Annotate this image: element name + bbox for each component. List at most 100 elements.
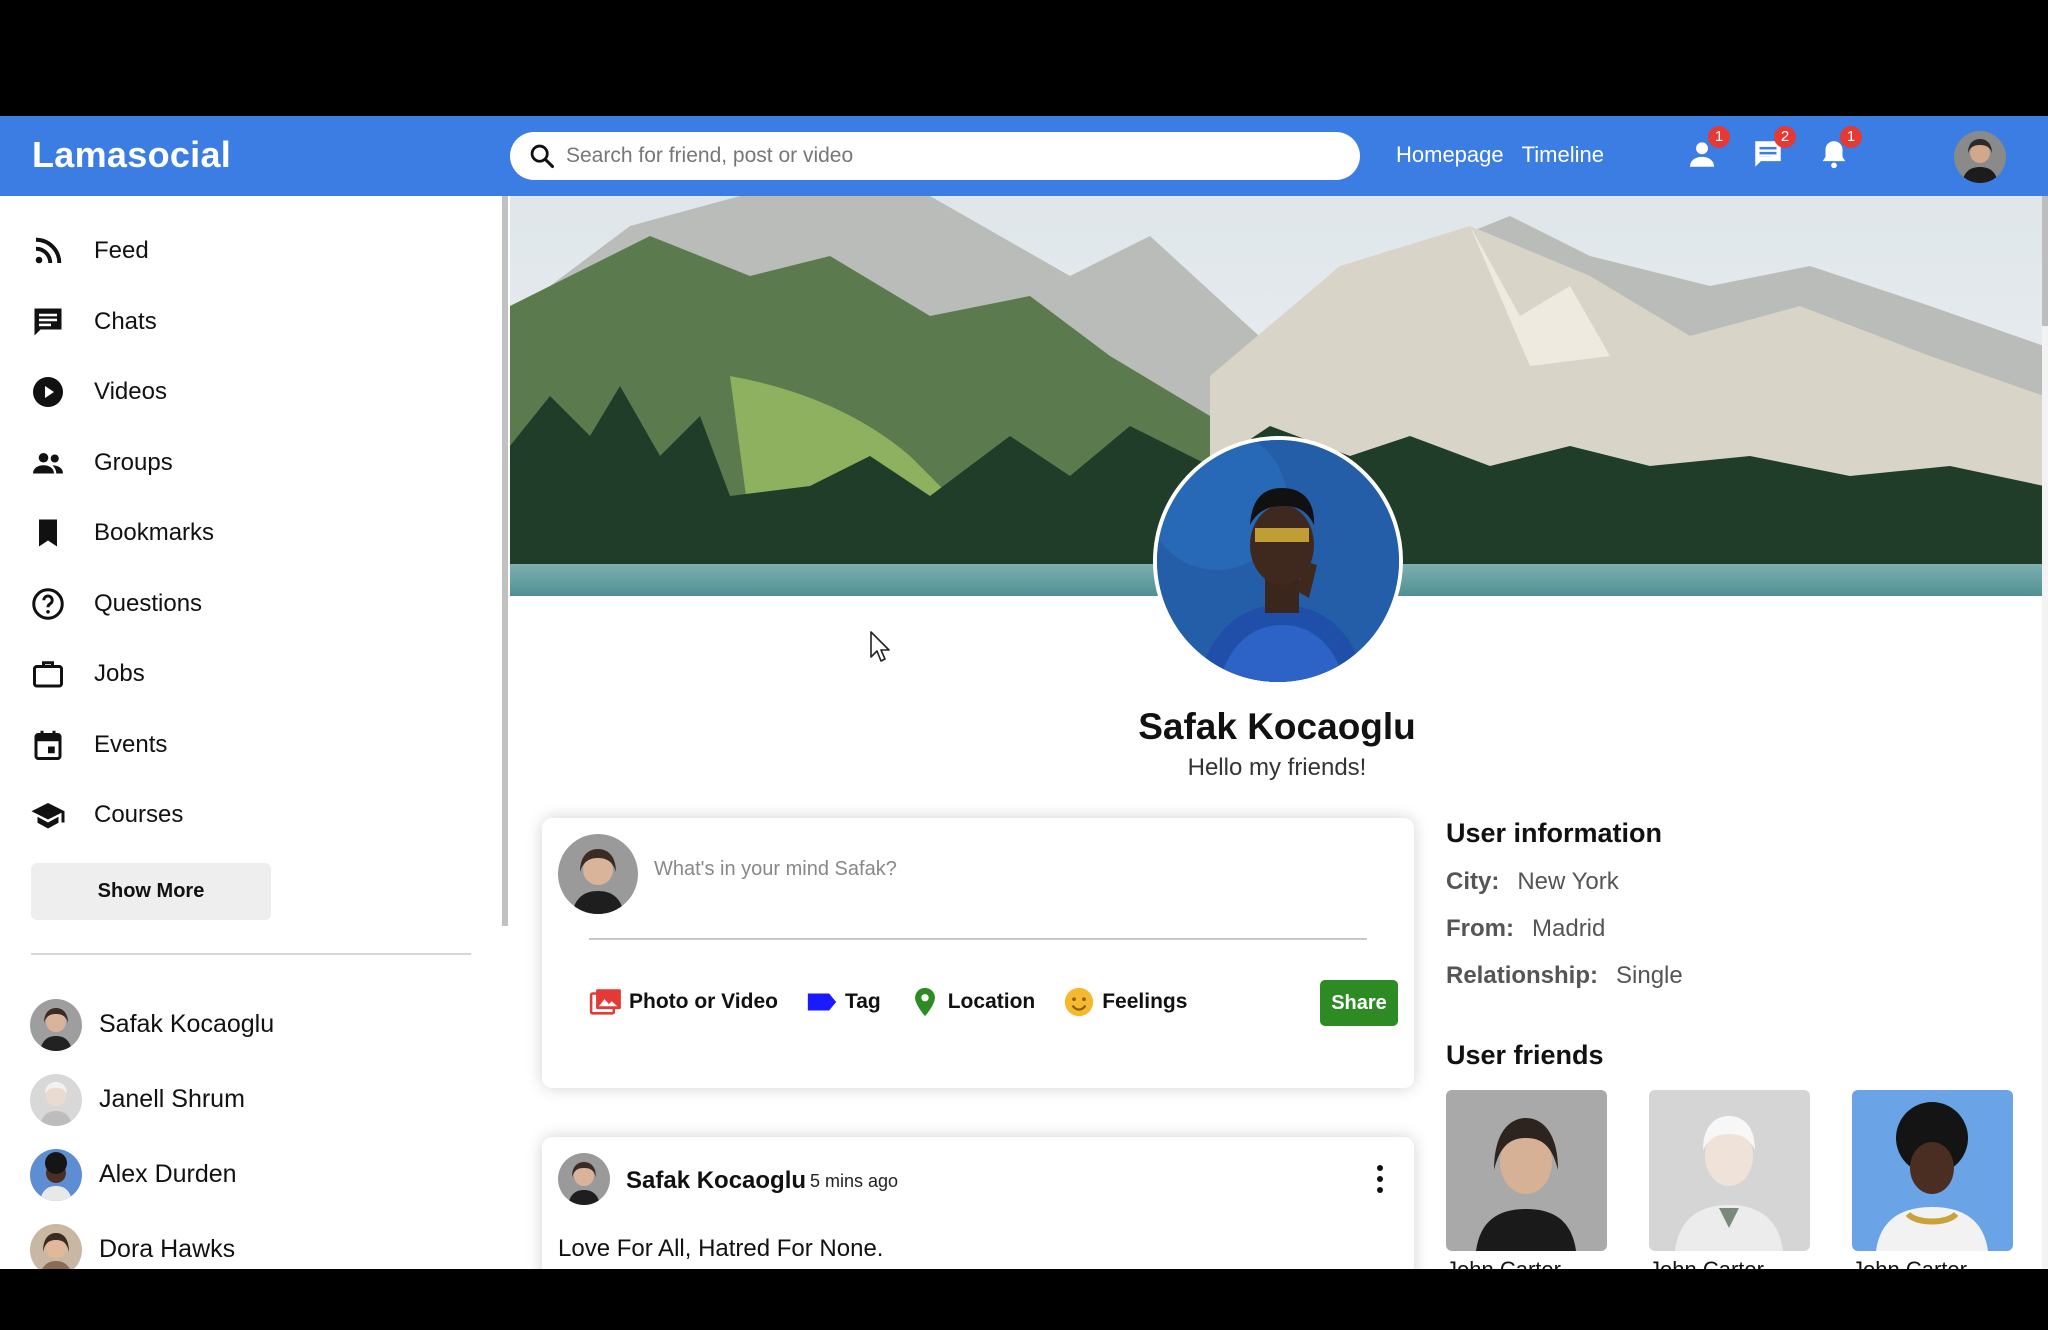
sidebar-item-chats[interactable]: Chats <box>30 287 214 358</box>
timeline-link[interactable]: Timeline <box>1522 142 1604 168</box>
feelings-option[interactable]: Feelings <box>1062 985 1187 1019</box>
friend-name: Janell Shrum <box>99 1085 245 1113</box>
scrollbar-thumb[interactable] <box>2042 196 2048 326</box>
tag-option[interactable]: Tag <box>805 985 881 1019</box>
share-button[interactable]: Share <box>1320 980 1398 1026</box>
info-value: New York <box>1517 868 1619 895</box>
current-user-avatar[interactable] <box>1954 131 2006 183</box>
user-info-panel: User information City: New York From: Madr… <box>1446 818 2046 999</box>
play-circle-icon <box>33 377 63 408</box>
sidebar-item-jobs[interactable]: Jobs <box>30 639 214 710</box>
avatar <box>558 834 638 914</box>
friend-name: Safak Kocaoglu <box>99 1010 275 1038</box>
post-card: Safak Kocaoglu 5 mins ago Love For All, … <box>542 1137 1414 1269</box>
info-key: From: <box>1446 915 1514 942</box>
search-input[interactable] <box>566 144 1346 168</box>
logo[interactable]: Lamasocial <box>32 134 231 176</box>
friend-name: John Carter <box>1649 1257 1810 1269</box>
info-value: Single <box>1616 962 1683 989</box>
sidebar-item-label: Events <box>94 730 168 758</box>
info-row-from: From: Madrid <box>1446 915 2046 952</box>
sidebar-item-videos[interactable]: Videos <box>30 357 214 428</box>
share-text-input[interactable] <box>654 858 1354 881</box>
sidebar-item-bookmarks[interactable]: Bookmarks <box>30 498 214 569</box>
help-outline-icon <box>32 588 64 620</box>
avatar <box>30 998 82 1051</box>
share-divider <box>589 938 1367 940</box>
rss-feed-icon <box>35 238 62 264</box>
group-icon <box>33 452 63 474</box>
sidebar-item-courses[interactable]: Courses <box>30 780 214 851</box>
sidebar-friend[interactable]: Alex Durden <box>30 1137 274 1212</box>
sidebar-menu: Feed Chats Videos Groups Bookmarks Quest… <box>30 216 214 851</box>
avatar <box>30 1223 82 1269</box>
share-box: Photo or Video Tag Location Feelings Sha… <box>542 818 1414 1088</box>
profile-description: Hello my friends! <box>1187 754 1367 781</box>
sidebar-item-label: Videos <box>94 378 167 406</box>
info-row-city: City: New York <box>1446 868 2046 905</box>
post-username[interactable]: Safak Kocaoglu <box>626 1167 806 1195</box>
event-icon <box>34 730 62 760</box>
user-friends-grid: John Carter John Carter John Carter <box>1446 1090 2013 1269</box>
info-key: City: <box>1446 868 1500 895</box>
top-nav-links: Homepage Timeline <box>1396 142 1604 168</box>
user-friend-card[interactable]: John Carter <box>1649 1090 1810 1269</box>
friend-name: Dora Hawks <box>99 1235 236 1263</box>
sidebar-item-label: Jobs <box>94 660 145 688</box>
sidebar-friend[interactable]: Janell Shrum <box>30 1062 274 1137</box>
page-scrollbar[interactable] <box>2042 196 2048 1269</box>
sidebar-friend[interactable]: Safak Kocaoglu <box>30 987 274 1062</box>
avatar <box>30 1073 82 1126</box>
school-icon <box>31 803 65 829</box>
location-option[interactable]: Location <box>908 985 1035 1019</box>
sidebar-item-events[interactable]: Events <box>30 710 214 781</box>
avatar <box>30 1148 82 1201</box>
user-friends-title: User friends <box>1446 1040 1604 1070</box>
friend-photo <box>1852 1090 2013 1251</box>
room-icon <box>914 987 935 1017</box>
profile-name: Safak Kocaoglu <box>1138 706 1416 747</box>
sidebar-item-label: Courses <box>94 801 184 829</box>
profile-picture[interactable] <box>1153 436 1403 686</box>
sidebar-item-questions[interactable]: Questions <box>30 569 214 640</box>
homepage-link[interactable]: Homepage <box>1396 142 1504 168</box>
work-outline-icon <box>33 661 63 688</box>
search-icon <box>530 144 555 169</box>
sidebar-item-feed[interactable]: Feed <box>30 216 214 287</box>
friend-requests-button[interactable]: 1 <box>1682 126 1730 174</box>
post-text: Love For All, Hatred For None. <box>558 1235 884 1262</box>
user-friend-card[interactable]: John Carter <box>1446 1090 1607 1269</box>
option-label: Feelings <box>1102 990 1188 1013</box>
notifications-button[interactable]: 1 <box>1814 126 1862 174</box>
label-icon <box>807 993 837 1011</box>
messages-badge: 2 <box>1774 126 1796 148</box>
user-friend-card[interactable]: John Carter <box>1852 1090 2013 1269</box>
option-label: Photo or Video <box>629 990 778 1013</box>
sidebar-friend[interactable]: Dora Hawks <box>30 1212 274 1269</box>
chat-icon <box>34 308 62 336</box>
show-more-button[interactable]: Show More <box>31 863 271 920</box>
sidebar-item-label: Chats <box>94 307 157 335</box>
option-label: Tag <box>844 990 881 1013</box>
sidebar-item-groups[interactable]: Groups <box>30 428 214 499</box>
search-bar[interactable] <box>510 132 1360 180</box>
perm-media-icon <box>589 989 621 1015</box>
avatar[interactable] <box>558 1153 610 1205</box>
bookmark-icon <box>39 519 57 547</box>
sidebar-item-label: Bookmarks <box>94 519 215 547</box>
sidebar-divider <box>31 953 471 955</box>
more-vert-icon[interactable] <box>1368 1159 1392 1199</box>
info-value: Madrid <box>1532 915 1606 942</box>
share-options: Photo or Video Tag Location Feelings <box>589 985 1214 1019</box>
messages-button[interactable]: 2 <box>1748 126 1796 174</box>
emoji-icon <box>1065 987 1094 1017</box>
info-row-relationship: Relationship: Single <box>1446 962 2046 999</box>
sidebar-item-label: Questions <box>94 589 203 617</box>
friend-photo <box>1649 1090 1810 1251</box>
friend-name: John Carter <box>1852 1257 2013 1269</box>
sidebar-scrollbar[interactable] <box>502 196 508 926</box>
sidebar-friend-list: Safak Kocaoglu Janell Shrum Alex Durden … <box>30 987 274 1269</box>
photo-video-option[interactable]: Photo or Video <box>589 985 778 1019</box>
info-key: Relationship: <box>1446 962 1599 989</box>
friend-requests-badge: 1 <box>1708 126 1730 148</box>
